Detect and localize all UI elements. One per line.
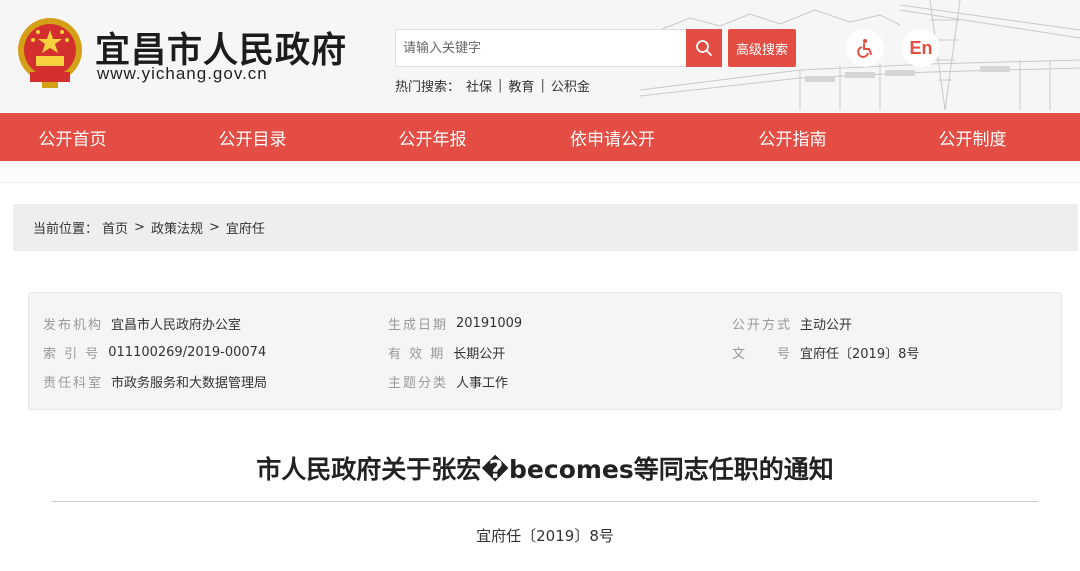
hot-search-link[interactable]: 公积金 bbox=[551, 76, 590, 95]
nav-shadow bbox=[0, 161, 1080, 183]
breadcrumb: 当前位置： 首页 > 政策法规 > 宜府任 bbox=[13, 204, 1078, 251]
nav-item-home[interactable]: 公开首页 bbox=[0, 113, 145, 161]
info-index: 索 引 号 011100269/2019-00074 bbox=[43, 342, 266, 362]
breadcrumb-link[interactable]: 政策法规 bbox=[151, 218, 203, 237]
info-label: 发布机构 bbox=[43, 317, 104, 333]
site-header: 宜昌市人民政府 www.yichang.gov.cn 高级搜索 热门搜索： 社保… bbox=[0, 0, 1080, 113]
info-label: 公开方式 bbox=[732, 317, 793, 333]
accessibility-button[interactable] bbox=[846, 29, 884, 67]
search-input[interactable] bbox=[396, 30, 686, 66]
breadcrumb-link[interactable]: 首页 bbox=[102, 218, 128, 237]
breadcrumb-link[interactable]: 宜府任 bbox=[226, 218, 265, 237]
info-method: 公开方式 主动公开 bbox=[732, 313, 852, 333]
info-value: 人事工作 bbox=[456, 375, 509, 391]
nav-item-annual-report[interactable]: 公开年报 bbox=[360, 113, 505, 161]
hot-search-label: 热门搜索： bbox=[395, 80, 461, 95]
info-value: 宜府任〔2019〕8号 bbox=[800, 346, 920, 362]
document-info-panel: 发布机构 宜昌市人民政府办公室 生成日期 20191009 公开方式 主动公开 … bbox=[28, 292, 1062, 410]
info-value: 011100269/2019-00074 bbox=[108, 344, 267, 360]
nav-item-system[interactable]: 公开制度 bbox=[865, 113, 1080, 161]
info-docno: 文 号 宜府任〔2019〕8号 bbox=[732, 342, 919, 362]
info-office: 责任科室 市政务服务和大数据管理局 bbox=[43, 371, 267, 391]
nav-item-catalog[interactable]: 公开目录 bbox=[145, 113, 360, 161]
info-label: 生成日期 bbox=[388, 317, 449, 333]
breadcrumb-separator: > bbox=[134, 220, 145, 235]
divider: | bbox=[498, 78, 503, 93]
hot-search-link[interactable]: 社保 bbox=[466, 76, 492, 95]
info-value: 主动公开 bbox=[800, 317, 853, 333]
breadcrumb-separator: > bbox=[208, 220, 220, 235]
hot-search-link[interactable]: 教育 bbox=[508, 76, 534, 95]
info-value: 市政务服务和大数据管理局 bbox=[111, 375, 268, 391]
english-version-button[interactable]: En bbox=[902, 29, 940, 67]
search-box bbox=[395, 29, 687, 67]
info-date: 生成日期 20191009 bbox=[388, 313, 522, 333]
national-emblem-icon bbox=[18, 18, 82, 88]
info-label: 有 效 期 bbox=[388, 346, 446, 362]
info-label: 主题分类 bbox=[388, 375, 449, 391]
info-topic: 主题分类 人事工作 bbox=[388, 371, 508, 391]
info-label: 责任科室 bbox=[43, 375, 104, 391]
search-icon bbox=[696, 40, 712, 56]
site-url: www.yichang.gov.cn bbox=[97, 64, 268, 83]
info-value: 宜昌市人民政府办公室 bbox=[111, 317, 242, 333]
breadcrumb-label: 当前位置： bbox=[33, 222, 99, 237]
divider: | bbox=[540, 78, 545, 93]
nav-item-apply[interactable]: 依申请公开 bbox=[505, 113, 720, 161]
info-publisher: 发布机构 宜昌市人民政府办公室 bbox=[43, 313, 241, 333]
info-value: 20191009 bbox=[456, 315, 523, 331]
divider bbox=[52, 501, 1038, 502]
advanced-search-button[interactable]: 高级搜索 bbox=[728, 29, 796, 67]
info-label: 文 号 bbox=[732, 346, 793, 362]
info-label: 索 引 号 bbox=[43, 346, 101, 362]
main-nav: 公开首页 公开目录 公开年报 依申请公开 公开指南 公开制度 bbox=[0, 113, 1080, 161]
article-doc-number: 宜府任〔2019〕8号 bbox=[476, 527, 614, 545]
wheelchair-icon bbox=[857, 39, 872, 58]
article-title: 市人民政府关于张宏�becomes等同志任职的通知 bbox=[256, 455, 834, 484]
nav-item-guide[interactable]: 公开指南 bbox=[720, 113, 865, 161]
info-value: 长期公开 bbox=[453, 346, 506, 362]
info-validity: 有 效 期 长期公开 bbox=[388, 342, 505, 362]
hot-search: 热门搜索： 社保 | 教育 | 公积金 bbox=[395, 76, 590, 95]
search-button[interactable] bbox=[686, 29, 722, 67]
